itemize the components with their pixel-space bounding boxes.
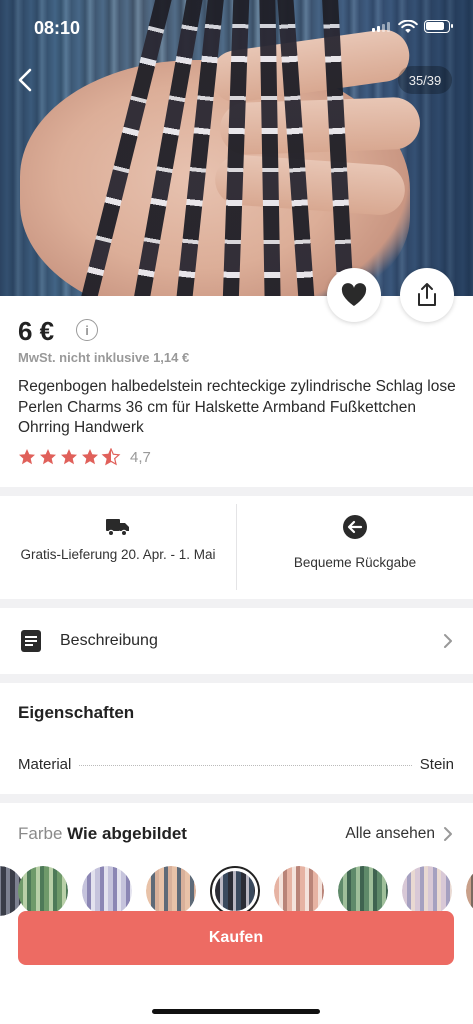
rating-stars[interactable]: 4,7	[18, 448, 151, 466]
home-indicator[interactable]	[152, 1009, 320, 1014]
description-row[interactable]: Beschreibung	[0, 608, 473, 674]
property-name: Material	[18, 756, 72, 773]
chevron-right-icon	[444, 634, 452, 648]
color-swatch[interactable]	[338, 866, 388, 916]
heart-icon	[341, 283, 367, 306]
section-divider	[0, 794, 473, 803]
share-button[interactable]	[400, 268, 454, 322]
rating-value: 4,7	[130, 448, 151, 466]
dotted-leader	[79, 765, 412, 766]
property-value: Stein	[419, 756, 454, 773]
cellular-signal-icon	[372, 22, 390, 32]
color-heading: Farbe Wie abgebildet	[18, 824, 187, 844]
buy-button[interactable]: Kaufen	[18, 911, 454, 965]
color-swatch[interactable]	[18, 866, 68, 916]
finger-shape	[219, 96, 421, 156]
color-swatch[interactable]	[274, 866, 324, 916]
vat-note: MwSt. nicht inklusive 1,14 €	[18, 350, 190, 365]
status-time: 08:10	[34, 18, 81, 38]
info-icon[interactable]: i	[76, 319, 98, 341]
returns-info[interactable]: Bequeme Rückgabe	[237, 504, 473, 600]
back-button[interactable]	[10, 62, 40, 98]
chevron-right-icon	[444, 827, 452, 841]
battery-icon	[424, 20, 453, 33]
section-divider	[0, 674, 473, 683]
product-title: Regenbogen halbedelstein rechteckige zyl…	[18, 378, 456, 436]
back-chevron-icon	[18, 68, 32, 92]
section-divider	[0, 487, 473, 496]
return-arrow-icon	[343, 515, 367, 539]
color-swatch-selected[interactable]	[210, 866, 260, 916]
property-row: Material Stein	[18, 756, 454, 773]
status-bar: 08:10	[0, 0, 473, 56]
color-swatch[interactable]	[402, 866, 452, 916]
description-label: Beschreibung	[60, 632, 158, 649]
color-value: Wie abgebildet	[67, 824, 187, 843]
color-label: Farbe	[18, 824, 63, 843]
wifi-icon	[398, 20, 418, 33]
share-icon	[418, 283, 436, 306]
document-icon	[21, 630, 41, 652]
returns-text: Bequeme Rückgabe	[293, 555, 417, 570]
favorite-button[interactable]	[327, 268, 381, 322]
truck-icon	[106, 519, 129, 537]
delivery-info[interactable]: Gratis-Lieferung 20. Apr. - 1. Mai	[0, 504, 236, 600]
see-all-colors-button[interactable]: Alle ansehen	[345, 825, 453, 843]
properties-title: Eigenschaften	[18, 703, 135, 722]
color-swatch[interactable]	[146, 866, 196, 916]
color-swatch[interactable]	[82, 866, 132, 916]
price: 6 €	[18, 316, 55, 346]
image-counter: 35/39	[398, 66, 452, 94]
star-icon	[19, 448, 120, 465]
section-divider	[0, 599, 473, 608]
delivery-text: Gratis-Lieferung 20. Apr. - 1. Mai	[20, 547, 216, 562]
see-all-label: Alle ansehen	[345, 825, 435, 842]
color-swatch[interactable]	[466, 866, 473, 916]
